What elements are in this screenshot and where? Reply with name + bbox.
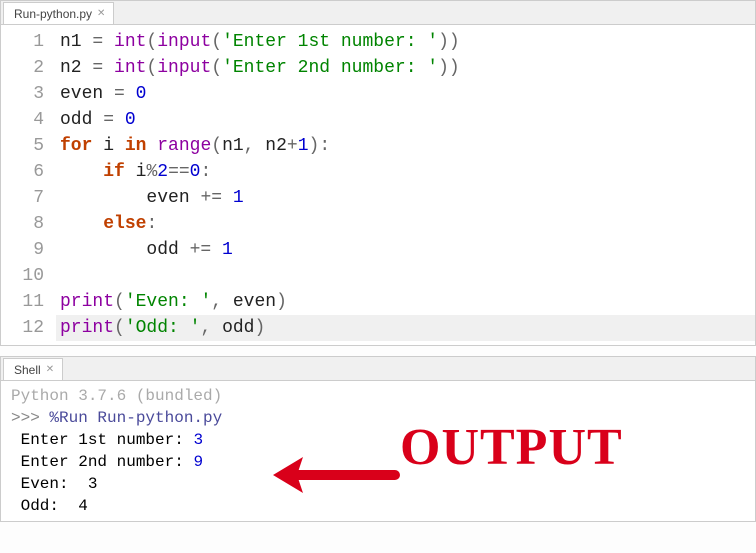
- code-line[interactable]: n1 = int(input('Enter 1st number: ')): [56, 29, 755, 55]
- code-line[interactable]: print('Odd: ', odd): [56, 315, 755, 341]
- code-line[interactable]: [56, 263, 755, 289]
- editor-tab[interactable]: Run-python.py ✕: [3, 2, 114, 24]
- editor-tab-label: Run-python.py: [14, 7, 92, 21]
- code-line[interactable]: even = 0: [56, 81, 755, 107]
- close-icon[interactable]: ✕: [97, 8, 105, 19]
- shell-tab-bar: Shell ✕: [1, 357, 755, 381]
- shell-output-line: Even: 3: [11, 473, 745, 495]
- line-number: 4: [5, 107, 44, 133]
- code-line[interactable]: odd = 0: [56, 107, 755, 133]
- close-icon[interactable]: ✕: [46, 364, 54, 375]
- shell-version: Python 3.7.6 (bundled): [11, 387, 222, 405]
- code-line[interactable]: if i%2==0:: [56, 159, 755, 185]
- line-number: 7: [5, 185, 44, 211]
- line-number: 6: [5, 159, 44, 185]
- shell-output-line: Enter 2nd number: 9: [11, 451, 745, 473]
- line-number: 9: [5, 237, 44, 263]
- shell-run-command: %Run Run-python.py: [49, 409, 222, 427]
- line-number: 5: [5, 133, 44, 159]
- line-number: 8: [5, 211, 44, 237]
- code-line[interactable]: n2 = int(input('Enter 2nd number: ')): [56, 55, 755, 81]
- code-line[interactable]: for i in range(n1, n2+1):: [56, 133, 755, 159]
- code-line[interactable]: print('Even: ', even): [56, 289, 755, 315]
- shell-pane: Shell ✕ Python 3.7.6 (bundled) >>> %Run …: [0, 356, 756, 522]
- line-number: 2: [5, 55, 44, 81]
- shell-tab-label: Shell: [14, 363, 41, 377]
- shell-prompt: >>>: [11, 409, 49, 427]
- line-number-gutter: 123456789101112: [1, 25, 56, 345]
- editor-pane: Run-python.py ✕ 123456789101112 n1 = int…: [0, 0, 756, 346]
- shell-tab[interactable]: Shell ✕: [3, 358, 63, 380]
- editor-tab-bar: Run-python.py ✕: [1, 1, 755, 25]
- code-line[interactable]: even += 1: [56, 185, 755, 211]
- code-body[interactable]: n1 = int(input('Enter 1st number: '))n2 …: [56, 25, 755, 345]
- line-number: 11: [5, 289, 44, 315]
- shell-output-line: Odd: 4: [11, 495, 745, 517]
- code-line[interactable]: else:: [56, 211, 755, 237]
- code-line[interactable]: odd += 1: [56, 237, 755, 263]
- line-number: 10: [5, 263, 44, 289]
- shell-body[interactable]: Python 3.7.6 (bundled) >>> %Run Run-pyth…: [1, 381, 755, 521]
- line-number: 3: [5, 81, 44, 107]
- shell-output-line: Enter 1st number: 3: [11, 429, 745, 451]
- code-area[interactable]: 123456789101112 n1 = int(input('Enter 1s…: [1, 25, 755, 345]
- line-number: 12: [5, 315, 44, 341]
- line-number: 1: [5, 29, 44, 55]
- shell-output: Enter 1st number: 3 Enter 2nd number: 9 …: [11, 429, 745, 517]
